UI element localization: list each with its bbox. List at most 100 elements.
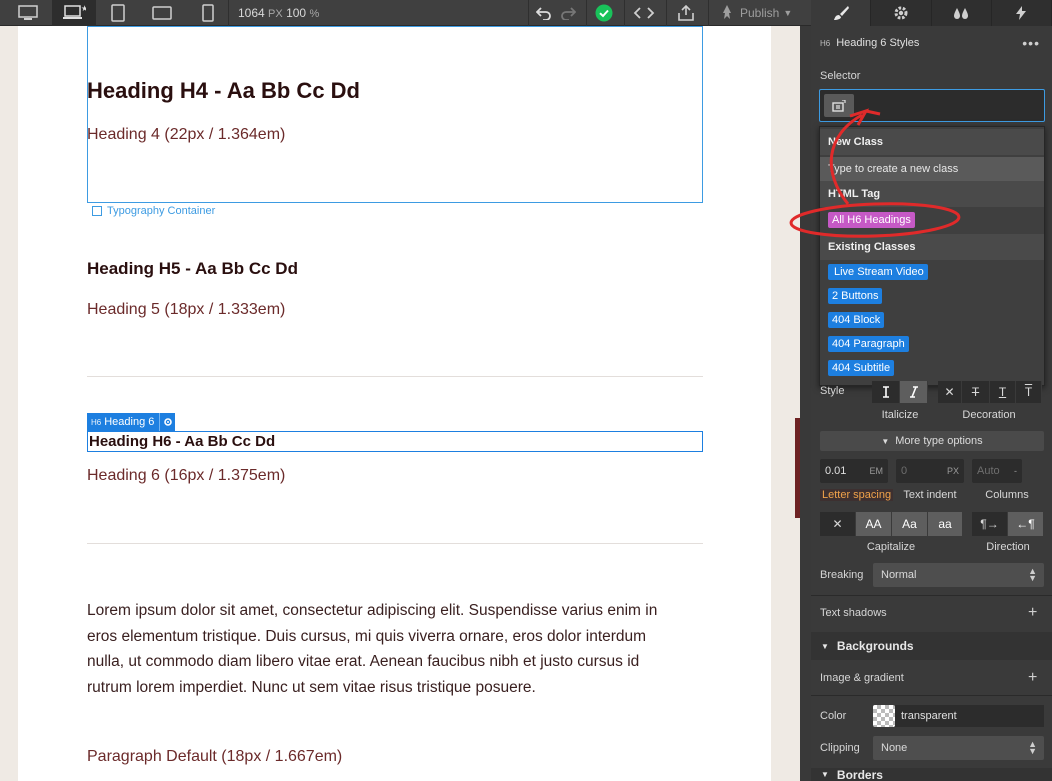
canvas-scroll-rail[interactable] <box>800 26 811 781</box>
desktop-breakpoint-icon[interactable] <box>8 0 48 26</box>
publish-button[interactable]: Publish ▼ <box>716 0 808 26</box>
triangle-down-icon: ▼ <box>821 641 829 651</box>
heading-h6[interactable]: Heading H6 - Aa Bb Cc Dd <box>89 433 275 450</box>
new-class-header: New Class <box>820 129 1044 155</box>
direction-toggle-group: ¶→ ←¶ <box>972 512 1044 536</box>
close-icon: ✕ <box>944 385 955 399</box>
italicize-label: Italicize <box>881 409 919 421</box>
tab-style-manager[interactable] <box>932 0 992 26</box>
letter-spacing-input[interactable]: 0.01 EM <box>820 459 888 483</box>
mobile-portrait-breakpoint-icon[interactable] <box>196 0 220 26</box>
clipping-label: Clipping <box>820 742 860 754</box>
export-icon[interactable] <box>672 0 700 26</box>
overline-icon: T <box>1024 385 1033 399</box>
paragraph-meta[interactable]: Paragraph Default (18px / 1.667em) <box>87 748 342 766</box>
direction-label: Direction <box>986 541 1030 553</box>
more-options-icon[interactable]: ••• <box>1022 35 1040 51</box>
status-check-icon[interactable] <box>592 0 616 26</box>
more-type-options-button[interactable]: ▼ More type options <box>820 431 1044 451</box>
strikethrough-button[interactable]: T <box>962 381 990 403</box>
heading-h4[interactable]: Heading H4 - Aa Bb Cc Dd <box>87 78 360 104</box>
capitalize-none-button[interactable]: ✕ <box>820 512 856 536</box>
chevron-down-icon: ▼ <box>783 8 793 18</box>
lorem-paragraph[interactable]: Lorem ipsum dolor sit amet, consectetur … <box>87 598 687 700</box>
selector-input[interactable] <box>819 89 1045 122</box>
color-label: Color <box>820 710 847 722</box>
class-item[interactable]: Live Stream Video <box>820 260 1044 284</box>
selector-element-icon[interactable] <box>824 94 854 117</box>
borders-section-header[interactable]: ▼ Borders <box>811 768 1052 781</box>
color-input[interactable]: transparent <box>895 705 1044 727</box>
overline-button[interactable]: T <box>1016 381 1042 403</box>
base-breakpoint-icon[interactable]: ★ <box>52 0 96 26</box>
text-shadows-label: Text shadows <box>820 607 887 619</box>
selected-element-tag[interactable]: H6 Heading 6 <box>87 413 176 431</box>
mobile-landscape-breakpoint-icon[interactable] <box>146 0 178 26</box>
toolbar-divider <box>624 0 625 26</box>
class-item[interactable]: 404 Block <box>820 308 1044 332</box>
underline-icon: T <box>998 385 1007 399</box>
add-background-icon[interactable]: + <box>1028 670 1037 686</box>
tab-interactions[interactable] <box>992 0 1052 26</box>
undo-icon[interactable] <box>534 0 554 26</box>
select-arrows-icon: ▲ ▼ <box>1028 739 1037 756</box>
heading-h6-meta[interactable]: Heading 6 (16px / 1.375em) <box>87 467 285 485</box>
columns-input[interactable]: Auto - <box>972 459 1022 483</box>
html-tag-item[interactable]: All H6 Headings <box>820 208 1044 232</box>
decoration-toggle-group: ✕ T T T <box>938 381 1042 403</box>
heading-h5[interactable]: Heading H5 - Aa Bb Cc Dd <box>87 259 298 279</box>
decoration-none-button[interactable]: ✕ <box>938 381 962 403</box>
color-swatch[interactable] <box>873 705 895 727</box>
breaking-select[interactable]: Normal ▲ ▼ <box>873 563 1044 587</box>
toolbar-divider <box>666 0 667 26</box>
panel-header: H6 Heading 6 Styles ••• <box>820 35 1040 51</box>
class-item[interactable]: 404 Paragraph <box>820 332 1044 356</box>
typography-container-label[interactable]: Typography Container <box>92 205 215 217</box>
direction-rtl-button[interactable]: ←¶ <box>1008 512 1044 536</box>
decoration-label: Decoration <box>962 409 1016 421</box>
text-indent-label: Text indent <box>903 489 957 501</box>
letter-spacing-label: Letter spacing <box>820 489 894 501</box>
gear-icon <box>894 6 908 20</box>
titlecase-button[interactable]: Aa <box>892 512 928 536</box>
brush-icon <box>833 6 849 20</box>
underline-button[interactable]: T <box>990 381 1016 403</box>
strikethrough-icon: T <box>971 385 980 399</box>
tab-settings[interactable] <box>871 0 932 26</box>
panel-title: Heading 6 Styles <box>836 37 920 49</box>
add-text-shadow-icon[interactable]: + <box>1028 605 1037 621</box>
select-arrows-icon: ▲ ▼ <box>1028 566 1037 583</box>
lightning-icon <box>1016 6 1027 20</box>
gear-icon[interactable] <box>159 413 175 431</box>
uppercase-button[interactable]: AA <box>856 512 892 536</box>
close-icon: ✕ <box>832 517 843 531</box>
backgrounds-section-header[interactable]: ▼ Backgrounds <box>811 632 1052 660</box>
text-cursor-icon <box>882 386 889 398</box>
class-item[interactable]: 404 Subtitle <box>820 356 1044 380</box>
code-icon[interactable] <box>630 0 658 26</box>
rtl-icon: ←¶ <box>1016 517 1035 531</box>
typography-container-outline[interactable] <box>87 26 703 203</box>
redo-icon[interactable] <box>558 0 578 26</box>
lowercase-button[interactable]: aa <box>928 512 963 536</box>
regular-style-button[interactable] <box>872 381 900 403</box>
container-square-icon <box>92 206 102 216</box>
section-divider <box>811 595 1052 596</box>
publish-rocket-icon <box>723 5 731 19</box>
tablet-breakpoint-icon[interactable] <box>104 0 132 26</box>
clipping-select[interactable]: None ▲ ▼ <box>873 736 1044 760</box>
tab-style[interactable] <box>811 0 872 26</box>
direction-ltr-button[interactable]: ¶→ <box>972 512 1008 536</box>
italic-style-button[interactable] <box>900 381 928 403</box>
toolbar-divider <box>586 0 587 26</box>
droplets-icon <box>954 8 969 19</box>
create-class-item[interactable]: Type to create a new class <box>820 157 1044 181</box>
heading-h5-meta[interactable]: Heading 5 (18px / 1.333em) <box>87 301 285 319</box>
italic-icon <box>909 386 918 398</box>
heading-h4-meta[interactable]: Heading 4 (22px / 1.364em) <box>87 126 285 144</box>
columns-label: Columns <box>985 489 1029 501</box>
class-item[interactable]: 2 Buttons <box>820 284 1044 308</box>
style-label: Style <box>820 385 845 397</box>
selector-dropdown: New Class Type to create a new class HTM… <box>819 126 1045 386</box>
text-indent-input[interactable]: 0 PX <box>896 459 964 483</box>
